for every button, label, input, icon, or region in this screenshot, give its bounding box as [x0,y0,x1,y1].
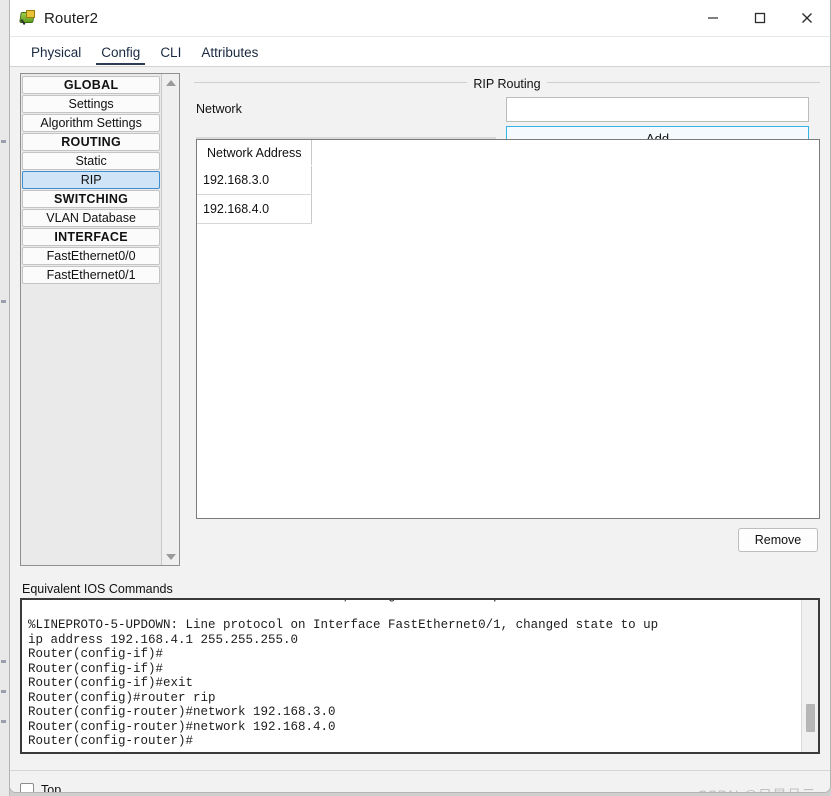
remove-button[interactable]: Remove [738,528,818,552]
router-icon [18,9,36,27]
tab-physical-label: Physical [31,45,82,60]
equivalent-ios-commands-label: Equivalent IOS Commands [22,582,173,596]
sidebar-item-label: SWITCHING [53,192,129,206]
column-network-address[interactable]: Network Address [197,140,313,166]
ios-console-scroll-thumb[interactable] [806,704,815,732]
rip-routing-title: RIP Routing [194,73,820,91]
sidebar-scroll-down-button[interactable] [162,548,180,565]
sidebar-item-settings[interactable]: Settings [22,95,161,113]
sidebar-item-global: GLOBAL [22,76,161,94]
window-title: Router2 [44,9,99,27]
background-mark [1,140,6,143]
sidebar-item-rip[interactable]: RIP [22,171,161,189]
sidebar-item-fastethernet0-1[interactable]: FastEthernet0/1 [22,266,161,284]
csdn-watermark: CSDN @日星月云 [697,785,816,792]
sidebar-scroll-up-button[interactable] [162,74,180,91]
sidebar-item-label: Static [75,154,107,168]
table-row[interactable]: 192.168.3.0 [197,165,313,195]
sidebar-item-label: ROUTING [61,135,121,149]
top-checkbox[interactable] [20,783,34,792]
tab-cli-label: CLI [160,45,182,60]
sidebar-item-label: FastEthernet0/1 [46,268,136,282]
router-config-window: Router2 Physical Config CLI Attributes G… [9,0,831,793]
background-mark [1,300,6,303]
sidebar-item-label: GLOBAL [63,78,119,92]
sidebar-item-vlan-database[interactable]: VLAN Database [22,209,161,227]
tab-bar: Physical Config CLI Attributes [10,37,830,66]
sidebar-item-label: Algorithm Settings [40,116,142,130]
background-mark [1,660,6,663]
tab-cli[interactable]: CLI [151,43,190,65]
cell-network-address: 192.168.4.0 [197,194,313,224]
tab-config-label: Config [101,45,141,60]
window-controls [689,0,830,36]
network-table-body: 192.168.3.0 192.168.4.0 [197,165,313,224]
maximize-icon [754,12,765,24]
network-address-table[interactable]: Network Address 192.168.3.0 192.168.4.0 [196,139,820,519]
screen-root: Router2 Physical Config CLI Attributes G… [0,0,831,796]
triangle-up-icon [165,79,176,86]
sidebar-item-switching: SWITCHING [22,190,161,208]
top-label: Top [41,783,62,793]
equivalent-ios-commands-section: Equivalent IOS Commands %LINK-5-CHANGED:… [10,580,830,770]
cell-network-address: 192.168.3.0 [197,165,313,195]
background-mark [1,690,6,693]
config-body: GLOBAL Settings Algorithm Settings ROUTI… [10,66,830,580]
tab-physical[interactable]: Physical [22,43,90,65]
sidebar-scrollbar[interactable] [161,74,180,565]
tab-config[interactable]: Config [92,43,149,65]
sidebar-item-static[interactable]: Static [22,152,161,170]
sidebar-item-label: FastEthernet0/0 [46,249,136,263]
sidebar-item-routing: ROUTING [22,133,161,151]
network-table: Network Address 192.168.3.0 192.168.4.0 [197,140,313,224]
config-sidebar: GLOBAL Settings Algorithm Settings ROUTI… [20,73,180,566]
top-checkbox-group[interactable]: Top [20,783,62,793]
sidebar-item-label: INTERFACE [54,230,128,244]
minimize-icon [707,17,718,19]
background-mark [1,720,6,723]
table-row[interactable]: 192.168.4.0 [197,194,313,224]
title-bar-left: Router2 [18,0,98,36]
network-label: Network [196,102,242,116]
window-footer: Top CSDN @日星月云 [10,770,830,793]
maximize-button[interactable] [736,0,783,36]
sidebar-item-label: Settings [68,97,114,111]
rip-routing-pane: RIP Routing Network Add Network Address [194,73,820,566]
tab-attributes[interactable]: Attributes [192,43,267,65]
sidebar-item-fastethernet0-0[interactable]: FastEthernet0/0 [22,247,161,265]
sidebar-item-label: VLAN Database [46,211,136,225]
ios-console[interactable]: %LINK-5-CHANGED: Interface FastEthernet0… [20,598,820,754]
ios-console-scrollbar[interactable] [801,600,818,752]
close-button[interactable] [783,0,830,36]
triangle-down-icon [165,553,176,560]
table-header-row: Network Address [197,140,313,166]
sidebar-item-algorithm-settings[interactable]: Algorithm Settings [22,114,161,132]
minimize-button[interactable] [689,0,736,36]
network-input[interactable] [506,97,809,122]
tab-attributes-label: Attributes [201,45,259,60]
title-bar: Router2 [10,0,830,37]
sidebar-item-interface: INTERFACE [22,228,161,246]
network-table-head: Network Address [197,140,313,166]
network-row: Network [194,97,820,124]
ios-console-text: %LINK-5-CHANGED: Interface FastEthernet0… [28,600,659,748]
sidebar-item-label: RIP [80,173,102,187]
close-icon [801,13,812,23]
sidebar-list: GLOBAL Settings Algorithm Settings ROUTI… [21,74,161,565]
rip-routing-title-text: RIP Routing [467,77,547,91]
